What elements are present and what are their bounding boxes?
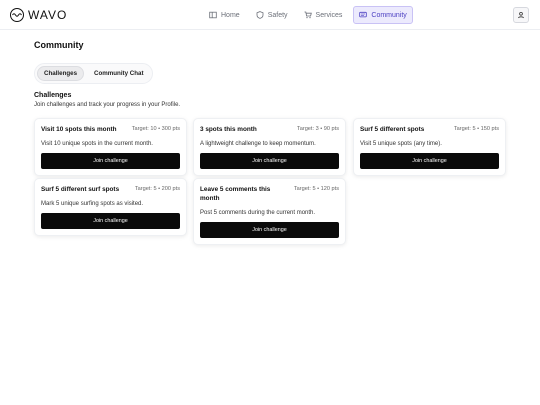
nav-label: Safety [267, 11, 288, 19]
join-challenge-button[interactable]: Join challenge [200, 222, 339, 238]
challenge-card: 3 spots this month Target: 3 • 90 pts A … [193, 118, 346, 176]
challenge-title: Visit 10 spots this month [41, 126, 117, 133]
challenge-target: Target: 5 • 200 pts [134, 186, 180, 192]
challenge-title: Leave 5 comments this month [200, 186, 271, 202]
page-title: Community [34, 40, 84, 50]
main-nav: Home Safety Services Community [204, 6, 413, 24]
user-icon [518, 11, 524, 19]
challenge-description: Visit 5 unique spots (any time). [360, 141, 442, 147]
top-bar: WAVO Home Safety Services Community [0, 0, 540, 30]
section-title: Challenges [34, 92, 72, 99]
challenge-description: Post 5 comments during the current month… [200, 210, 316, 216]
challenge-target: Target: 3 • 90 pts [296, 126, 339, 132]
join-challenge-button[interactable]: Join challenge [41, 153, 180, 169]
challenge-description: Visit 10 unique spots in the current mon… [41, 141, 153, 147]
shield-icon [256, 11, 264, 19]
nav-item-services[interactable]: Services [299, 6, 348, 24]
challenge-title: 3 spots this month [200, 126, 257, 133]
challenge-description: A lightweight challenge to keep momentum… [200, 141, 316, 147]
nav-label: Community [371, 11, 407, 19]
challenge-title: Surf 5 different spots [360, 126, 425, 133]
nav-label: Home [221, 11, 240, 19]
tab-community-chat[interactable]: Community Chat [88, 66, 150, 81]
section-description: Join challenges and track your progress … [34, 102, 181, 108]
community-tabs: Challenges Community Chat [34, 63, 153, 84]
challenge-card: Visit 10 spots this month Target: 10 • 3… [34, 118, 187, 176]
join-challenge-button[interactable]: Join challenge [41, 213, 180, 229]
challenge-card: Surf 5 different spots Target: 5 • 150 p… [353, 118, 506, 176]
nav-item-community[interactable]: Community [353, 6, 413, 24]
home-icon [209, 11, 217, 19]
join-challenge-button[interactable]: Join challenge [200, 153, 339, 169]
chat-icon [359, 11, 368, 18]
challenge-target: Target: 10 • 300 pts [131, 126, 180, 132]
challenge-card: Leave 5 comments this month Target: 5 • … [193, 178, 346, 245]
challenge-target: Target: 5 • 150 pts [453, 126, 499, 132]
wave-icon [10, 8, 24, 22]
challenge-card: Surf 5 different surf spots Target: 5 • … [34, 178, 187, 236]
brand-logo[interactable]: WAVO [10, 8, 67, 22]
tab-challenges[interactable]: Challenges [37, 66, 85, 81]
challenge-description: Mark 5 unique surfing spots as visited. [41, 201, 144, 207]
cart-icon [304, 11, 312, 19]
nav-label: Services [315, 11, 343, 19]
join-challenge-button[interactable]: Join challenge [360, 153, 499, 169]
nav-item-safety[interactable]: Safety [251, 6, 293, 24]
profile-button[interactable] [513, 7, 529, 23]
challenge-target: Target: 5 • 120 pts [293, 186, 339, 192]
challenge-title: Surf 5 different surf spots [41, 186, 120, 193]
nav-item-home[interactable]: Home [204, 6, 245, 24]
brand-name: WAVO [28, 8, 68, 22]
